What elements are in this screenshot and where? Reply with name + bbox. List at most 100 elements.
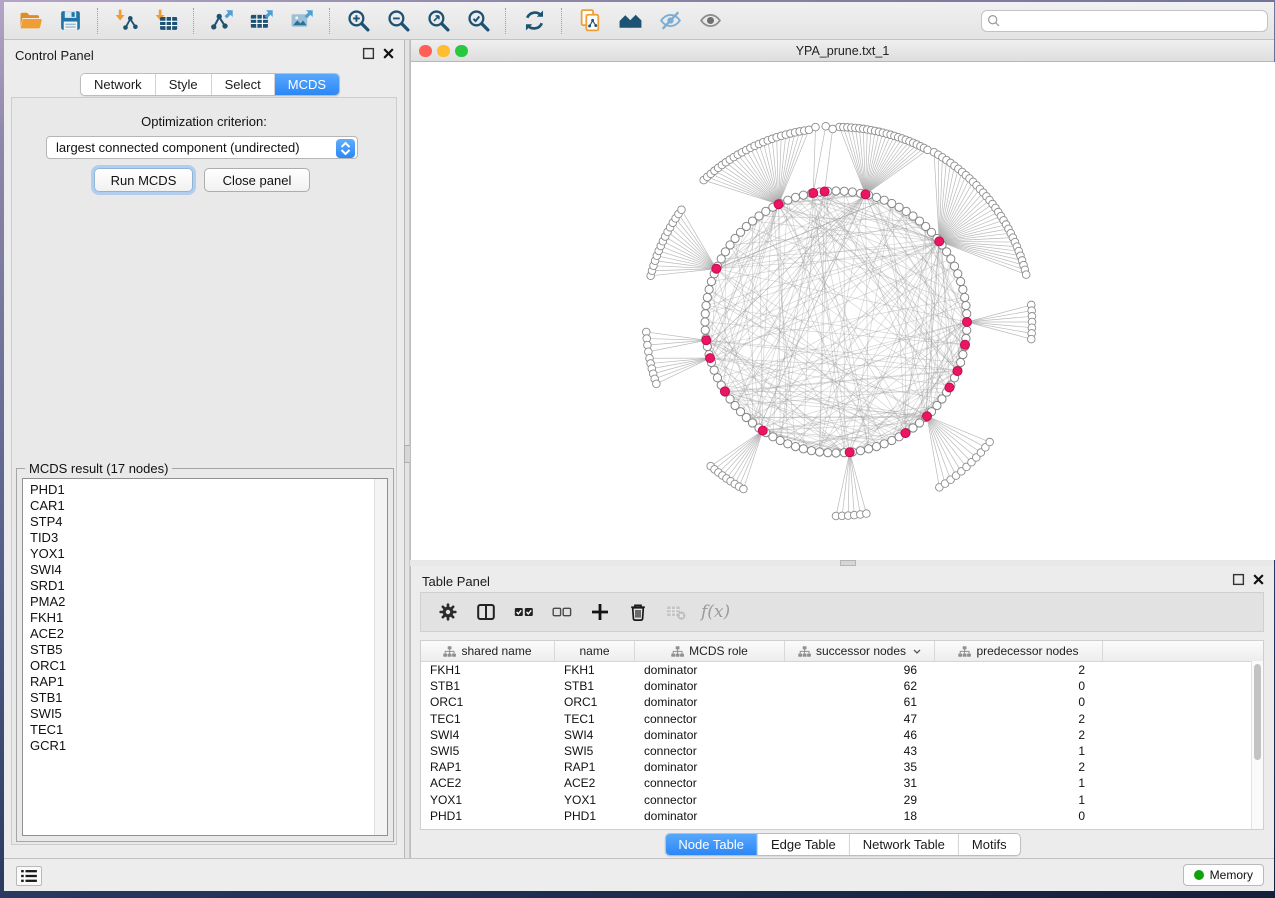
cell-predecessor-nodes: 0	[935, 678, 1103, 694]
toggle-columns-button[interactable]	[471, 598, 501, 626]
cell-mcds-role: connector	[635, 775, 785, 791]
result-node[interactable]: PHD1	[30, 482, 387, 498]
open-file-button[interactable]	[13, 6, 47, 36]
column-header-predecessor-nodes[interactable]: predecessor nodes	[935, 641, 1103, 661]
save-session-icon	[58, 8, 83, 33]
float-panel-icon[interactable]	[362, 47, 375, 60]
cell-name: FKH1	[555, 662, 635, 678]
table-scrollbar-thumb[interactable]	[1254, 664, 1261, 760]
table-scrollbar[interactable]	[1251, 661, 1263, 829]
table-row[interactable]: ORC1ORC1dominator610	[421, 694, 1263, 710]
result-node[interactable]: STP4	[30, 514, 387, 530]
result-node[interactable]: TEC1	[30, 722, 387, 738]
float-table-panel-icon[interactable]	[1232, 573, 1245, 586]
cell-successor-nodes: 96	[785, 662, 935, 678]
hide-selected-icon	[658, 8, 683, 33]
result-node[interactable]: CAR1	[30, 498, 387, 514]
toggle-columns-icon	[476, 602, 496, 622]
cell-mcds-role: dominator	[635, 694, 785, 710]
zoom-in-button[interactable]	[341, 6, 375, 36]
column-header-mcds-role[interactable]: MCDS role	[635, 641, 785, 661]
result-list-scrollbar[interactable]	[374, 479, 387, 835]
search-input[interactable]	[981, 10, 1268, 32]
zoom-selected-icon	[466, 8, 491, 33]
table-row[interactable]: SWI4SWI4dominator462	[421, 727, 1263, 743]
table-options-button[interactable]	[433, 598, 463, 626]
result-node[interactable]: TID3	[30, 530, 387, 546]
export-table-button[interactable]	[245, 6, 279, 36]
column-header-name[interactable]: name	[555, 641, 635, 661]
tab-mcds[interactable]: MCDS	[274, 74, 339, 95]
result-node[interactable]: SWI5	[30, 706, 387, 722]
table-row[interactable]: RAP1RAP1dominator352	[421, 759, 1263, 775]
result-node[interactable]: PMA2	[30, 594, 387, 610]
column-header-shared-name[interactable]: shared name	[421, 641, 555, 661]
criterion-dropdown[interactable]: largest connected component (undirected)	[46, 136, 358, 159]
cell-successor-nodes: 18	[785, 808, 935, 824]
import-table-button[interactable]	[149, 6, 183, 36]
tab-node-table[interactable]: Node Table	[665, 834, 757, 855]
table-row[interactable]: ACE2ACE2connector311	[421, 775, 1263, 791]
table-row[interactable]: YOX1YOX1connector291	[421, 792, 1263, 808]
cell-mcds-role: dominator	[635, 727, 785, 743]
zoom-fit-button[interactable]	[421, 6, 455, 36]
column-header-successor-nodes[interactable]: successor nodes	[785, 641, 935, 661]
optimization-criterion-label: Optimization criterion:	[12, 114, 396, 129]
first-neighbors-icon	[618, 8, 643, 33]
result-node[interactable]: STB1	[30, 690, 387, 706]
toolbar-separator	[329, 8, 331, 34]
run-mcds-button[interactable]: Run MCDS	[94, 168, 193, 192]
zoom-selected-button[interactable]	[461, 6, 495, 36]
show-all-button[interactable]	[693, 6, 727, 36]
result-node[interactable]: YOX1	[30, 546, 387, 562]
save-session-button[interactable]	[53, 6, 87, 36]
table-row[interactable]: STB1STB1dominator620	[421, 678, 1263, 694]
memory-button[interactable]: Memory	[1183, 864, 1264, 886]
result-node[interactable]: ORC1	[30, 658, 387, 674]
hide-selected-button[interactable]	[653, 6, 687, 36]
table-row[interactable]: TEC1TEC1connector472	[421, 711, 1263, 727]
tab-style[interactable]: Style	[155, 74, 211, 95]
tab-edge-table[interactable]: Edge Table	[757, 834, 849, 855]
result-node[interactable]: SRD1	[30, 578, 387, 594]
mcds-result-list[interactable]: PHD1CAR1STP4TID3YOX1SWI4SRD1PMA2FKH1ACE2…	[22, 478, 388, 836]
close-panel-icon[interactable]	[382, 47, 395, 60]
result-node[interactable]: STB5	[30, 642, 387, 658]
network-view: YPA_prune.txt_1	[410, 40, 1274, 560]
export-image-button[interactable]	[285, 6, 319, 36]
select-all-rows-button[interactable]	[509, 598, 539, 626]
close-table-panel-icon[interactable]	[1252, 573, 1265, 586]
delete-columns-button[interactable]	[623, 598, 653, 626]
delete-table-button	[661, 598, 691, 626]
result-node[interactable]: GCR1	[30, 738, 387, 754]
cell-successor-nodes: 29	[785, 792, 935, 808]
table-row[interactable]: SWI5SWI5connector431	[421, 743, 1263, 759]
cell-predecessor-nodes: 0	[935, 694, 1103, 710]
network-canvas[interactable]	[411, 62, 1275, 560]
new-network-from-selection-button[interactable]	[573, 6, 607, 36]
tab-select[interactable]: Select	[211, 74, 274, 95]
result-node[interactable]: RAP1	[30, 674, 387, 690]
task-history-button[interactable]	[16, 866, 42, 886]
network-graph	[411, 62, 1275, 560]
table-row[interactable]: FKH1FKH1dominator962	[421, 662, 1263, 678]
toolbar-icon-groups	[10, 2, 730, 39]
table-row[interactable]: PHD1PHD1dominator180	[421, 808, 1263, 824]
export-network-button[interactable]	[205, 6, 239, 36]
cell-shared-name: ACE2	[421, 775, 555, 791]
close-panel-button[interactable]: Close panel	[204, 168, 310, 192]
cell-predecessor-nodes: 1	[935, 775, 1103, 791]
result-node[interactable]: SWI4	[30, 562, 387, 578]
tab-network-table[interactable]: Network Table	[849, 834, 958, 855]
cell-shared-name: ORC1	[421, 694, 555, 710]
tab-network[interactable]: Network	[81, 74, 155, 95]
deselect-all-rows-button[interactable]	[547, 598, 577, 626]
create-column-button[interactable]	[585, 598, 615, 626]
apply-layout-button[interactable]	[517, 6, 551, 36]
import-network-button[interactable]	[109, 6, 143, 36]
result-node[interactable]: ACE2	[30, 626, 387, 642]
first-neighbors-button[interactable]	[613, 6, 647, 36]
zoom-out-button[interactable]	[381, 6, 415, 36]
result-node[interactable]: FKH1	[30, 610, 387, 626]
tab-motifs[interactable]: Motifs	[958, 834, 1020, 855]
